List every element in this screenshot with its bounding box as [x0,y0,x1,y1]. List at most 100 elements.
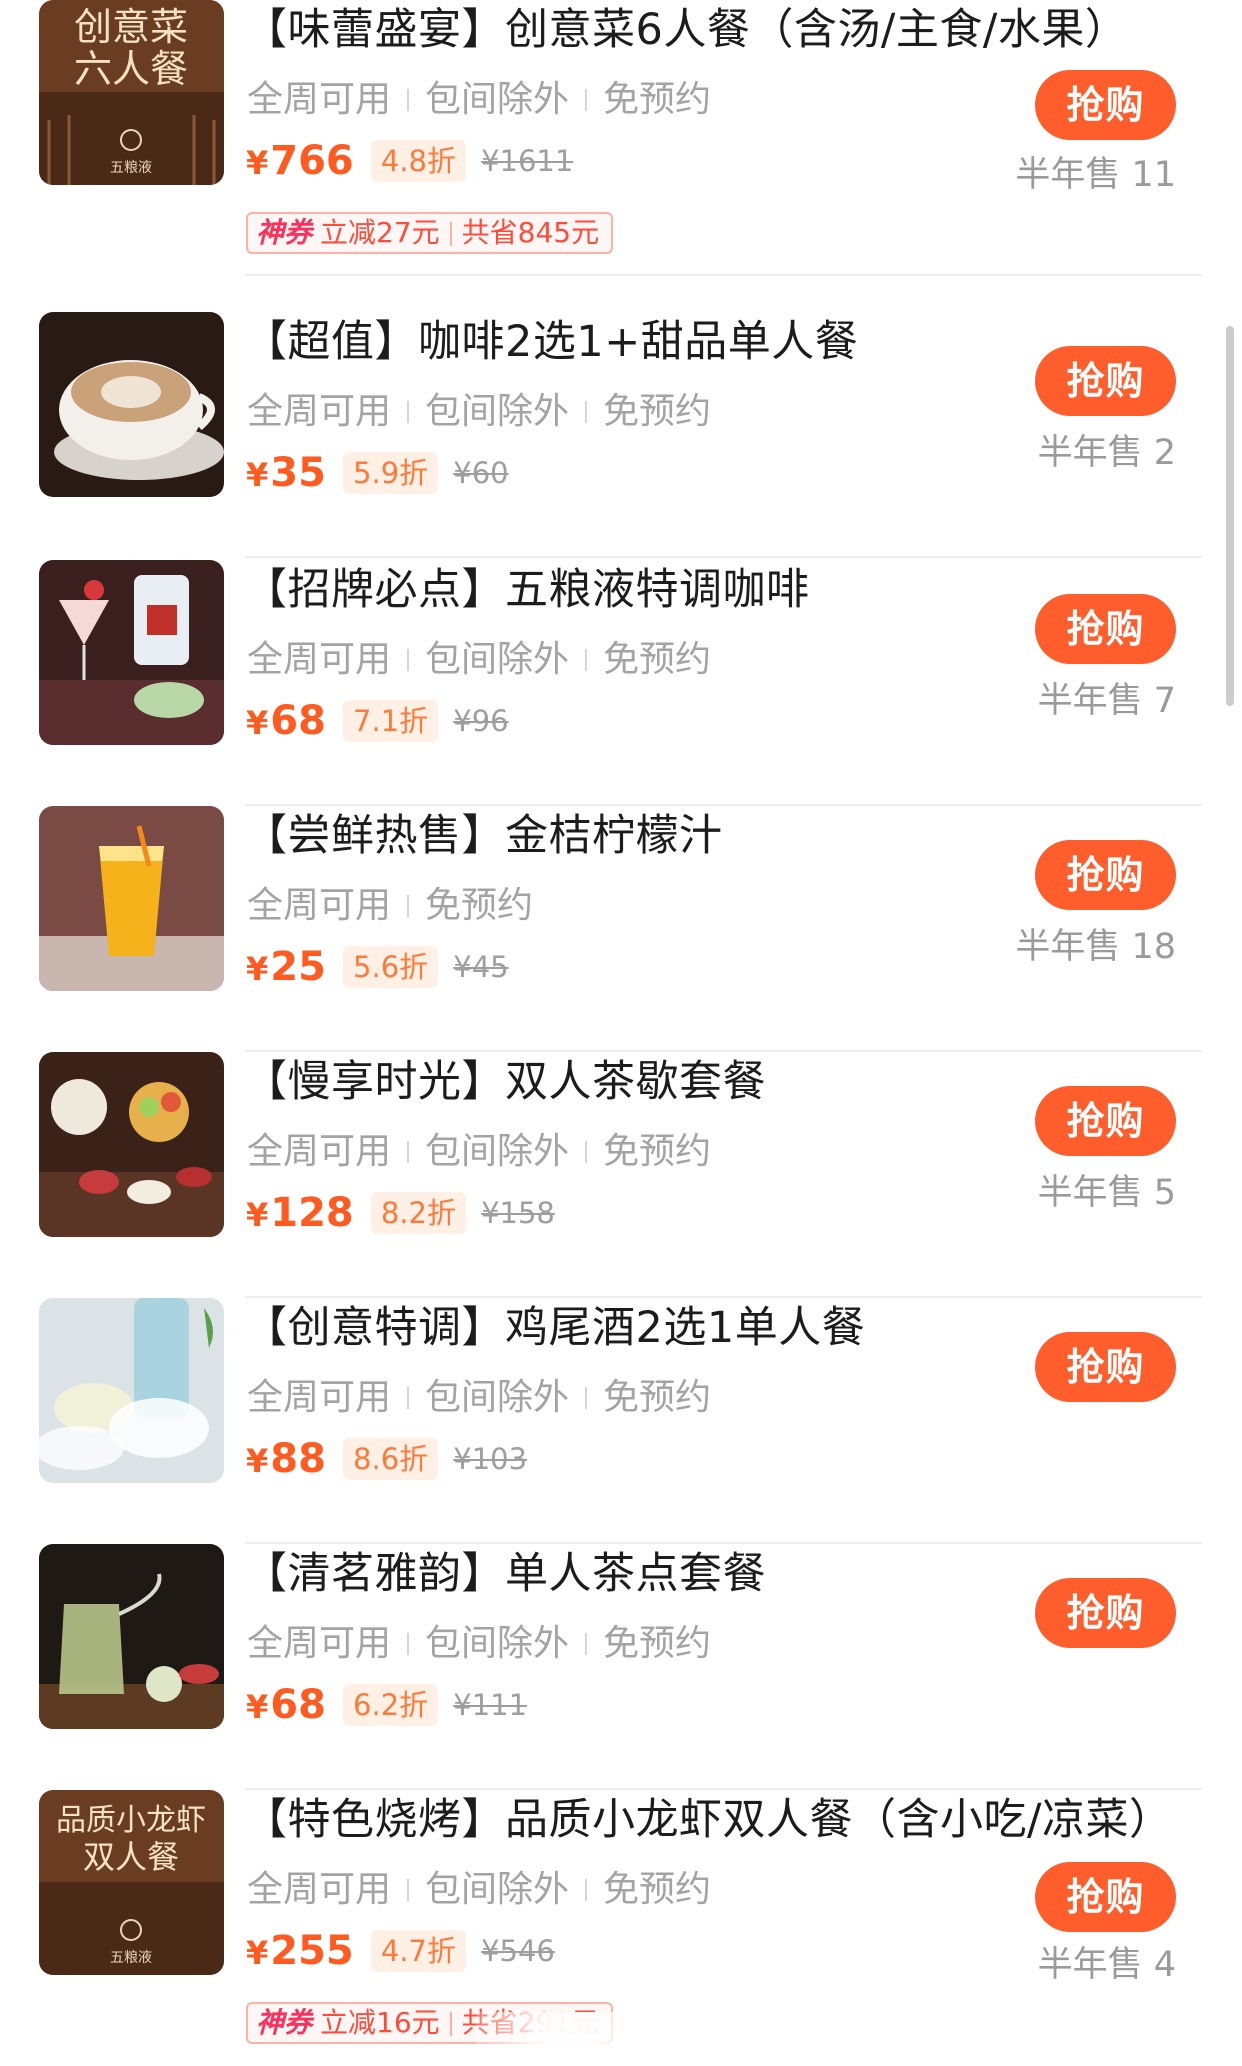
deal-title[interactable]: 【超值】咖啡2选1+甜品单人餐 [244,312,858,372]
sale-price: ¥35 [246,450,326,496]
buy-button[interactable]: 抢购 [1035,70,1176,140]
sale-price: ¥255 [246,1928,354,1974]
tag-divider [585,1141,588,1163]
deal-item[interactable]: 【超值】咖啡2选1+甜品单人餐 全周可用 包间除外 免预约 ¥35 5.9折 ¥60… [0,312,1242,558]
buy-button[interactable]: 抢购 [1035,594,1176,664]
tag: 全周可用 [247,79,392,120]
deal-item[interactable]: 【尝鲜热售】金桔柠檬汁 全周可用 免预约 ¥25 5.6折 ¥45 抢购 半年售 … [0,806,1242,1052]
tag: 包间除外 [425,1131,570,1172]
deal-title[interactable]: 【清茗雅韵】单人茶点套餐 [244,1544,766,1604]
tag: 全周可用 [247,639,392,680]
price-row: ¥68 6.2折 ¥111 [246,1682,527,1738]
tag: 免预约 [603,79,712,120]
buy-button[interactable]: 抢购 [1035,840,1176,910]
tag: 全周可用 [247,885,392,926]
thumb-title-line2: 双人餐 [83,1839,179,1875]
buy-button[interactable]: 抢购 [1035,346,1176,416]
buy-button[interactable]: 抢购 [1035,1862,1176,1932]
tag: 包间除外 [425,391,570,432]
deal-thumbnail[interactable]: 品质小龙虾 双人餐 五粮液 [39,1790,224,1975]
sold-count: 半年售 7 [1037,681,1176,721]
tag-divider [585,89,588,111]
tag: 全周可用 [247,1623,392,1664]
discount-badge: 8.2折 [370,1192,466,1234]
deal-tags: 全周可用 包间除外 免预约 [247,72,711,126]
smoky-cocktail-image [39,1298,224,1483]
deal-thumbnail[interactable] [39,560,224,745]
thumb-title-line2: 六人餐 [74,49,188,91]
price-row: ¥128 8.2折 ¥158 [246,1190,555,1246]
deal-title[interactable]: 【创意特调】鸡尾酒2选1单人餐 [244,1298,865,1358]
sale-price: ¥88 [246,1436,326,1482]
original-price: ¥60 [453,456,509,490]
deal-thumbnail[interactable] [39,806,224,991]
discount-badge: 5.9折 [343,452,439,494]
juice-image [39,806,224,991]
sale-price: ¥68 [246,1682,326,1728]
tag-divider [585,1633,588,1655]
deal-tags: 全周可用 包间除外 免预约 [247,632,711,686]
deal-tags: 全周可用 免预约 [247,878,533,932]
sold-count: 半年售 18 [1015,927,1176,967]
item-divider [245,556,1202,558]
tag-divider [407,649,410,671]
deal-item[interactable]: 【清茗雅韵】单人茶点套餐 全周可用 包间除外 免预约 ¥68 6.2折 ¥111 抢… [0,1544,1242,1790]
tag: 免预约 [603,1623,712,1664]
tag: 全周可用 [247,1131,392,1172]
deal-item[interactable]: 创意菜 六人餐 五粮液 【味蕾盛宴】创意菜6人餐（含汤/主食/水果） 全周可用包… [0,0,1242,276]
coupon-label: 神券 [256,2006,313,2039]
thumb-title-line1: 品质小龙虾 [56,1804,206,1837]
deal-thumbnail[interactable] [39,312,224,497]
discount-badge: 6.2折 [343,1684,439,1726]
tag: 免预约 [603,1377,712,1418]
coupon-label: 神券 [256,216,313,249]
tag-divider [407,1633,410,1655]
deal-title[interactable]: 【尝鲜热售】金桔柠檬汁 [244,806,723,866]
tag-divider [585,649,588,671]
thumb-title-line1: 创意菜 [74,7,188,49]
original-price: ¥1611 [481,144,574,178]
tag: 免预约 [603,639,712,680]
deal-thumbnail[interactable] [39,1052,224,1237]
deal-title[interactable]: 【特色烧烤】品质小龙虾双人餐（含小吃/凉菜） [244,1790,1173,1850]
menu-banner-image: 创意菜 六人餐 五粮液 [39,0,224,185]
scrollbar[interactable] [1226,326,1234,706]
buy-button[interactable]: 抢购 [1035,1086,1176,1156]
deal-thumbnail[interactable]: 创意菜 六人餐 五粮液 [39,0,224,185]
original-price: ¥103 [453,1442,528,1476]
sale-price: ¥128 [246,1190,354,1236]
deal-title[interactable]: 【慢享时光】双人茶歇套餐 [244,1052,766,1112]
buy-button[interactable]: 抢购 [1035,1332,1176,1402]
discount-badge: 4.7折 [370,1930,466,1972]
original-price: ¥96 [453,704,509,738]
coupon-cut: 立减16元 [320,2006,440,2039]
tag: 全周可用 [247,391,392,432]
deal-item[interactable]: 【创意特调】鸡尾酒2选1单人餐 全周可用 包间除外 免预约 ¥88 8.6折 ¥10… [0,1298,1242,1544]
sale-price: ¥766 [246,138,354,184]
deal-tags: 全周可用 包间除外 免预约 [247,1862,711,1916]
deal-thumbnail[interactable] [39,1298,224,1483]
deal-item[interactable]: 【招牌必点】五粮液特调咖啡 全周可用 包间除外 免预约 ¥68 7.1折 ¥96 抢… [0,560,1242,806]
tag: 免预约 [603,1869,712,1910]
coupon-badge[interactable]: 神券 立减27元 共省845元 [246,212,614,254]
deal-item[interactable]: 品质小龙虾 双人餐 五粮液 【特色烧烤】品质小龙虾双人餐（含小吃/凉菜） 全周可… [0,1790,1242,2044]
tea-set-image [39,1052,224,1237]
price-row: ¥25 5.6折 ¥45 [246,944,509,1000]
deal-tags: 全周可用 包间除外 免预约 [247,384,711,438]
discount-badge: 7.1折 [343,700,439,742]
crayfish-banner-image: 品质小龙虾 双人餐 五粮液 [39,1790,224,1975]
item-divider [245,274,1202,276]
price-row: ¥255 4.7折 ¥546 [246,1928,555,1984]
deal-item[interactable]: 【慢享时光】双人茶歇套餐 全周可用 包间除外 免预约 ¥128 8.2折 ¥158 … [0,1052,1242,1298]
deal-title[interactable]: 【味蕾盛宴】创意菜6人餐（含汤/主食/水果） [244,0,1128,60]
deal-tags: 全周可用 包间除外 免预约 [247,1616,711,1670]
deal-title[interactable]: 【招牌必点】五粮液特调咖啡 [244,560,810,620]
original-price: ¥45 [453,950,509,984]
deal-tags: 全周可用 包间除外 免预约 [247,1124,711,1178]
deal-thumbnail[interactable] [39,1544,224,1729]
tag-divider [407,895,410,917]
coffee-image [39,312,224,497]
tag: 免预约 [603,391,712,432]
buy-button[interactable]: 抢购 [1035,1578,1176,1648]
tag-divider [585,1387,588,1409]
